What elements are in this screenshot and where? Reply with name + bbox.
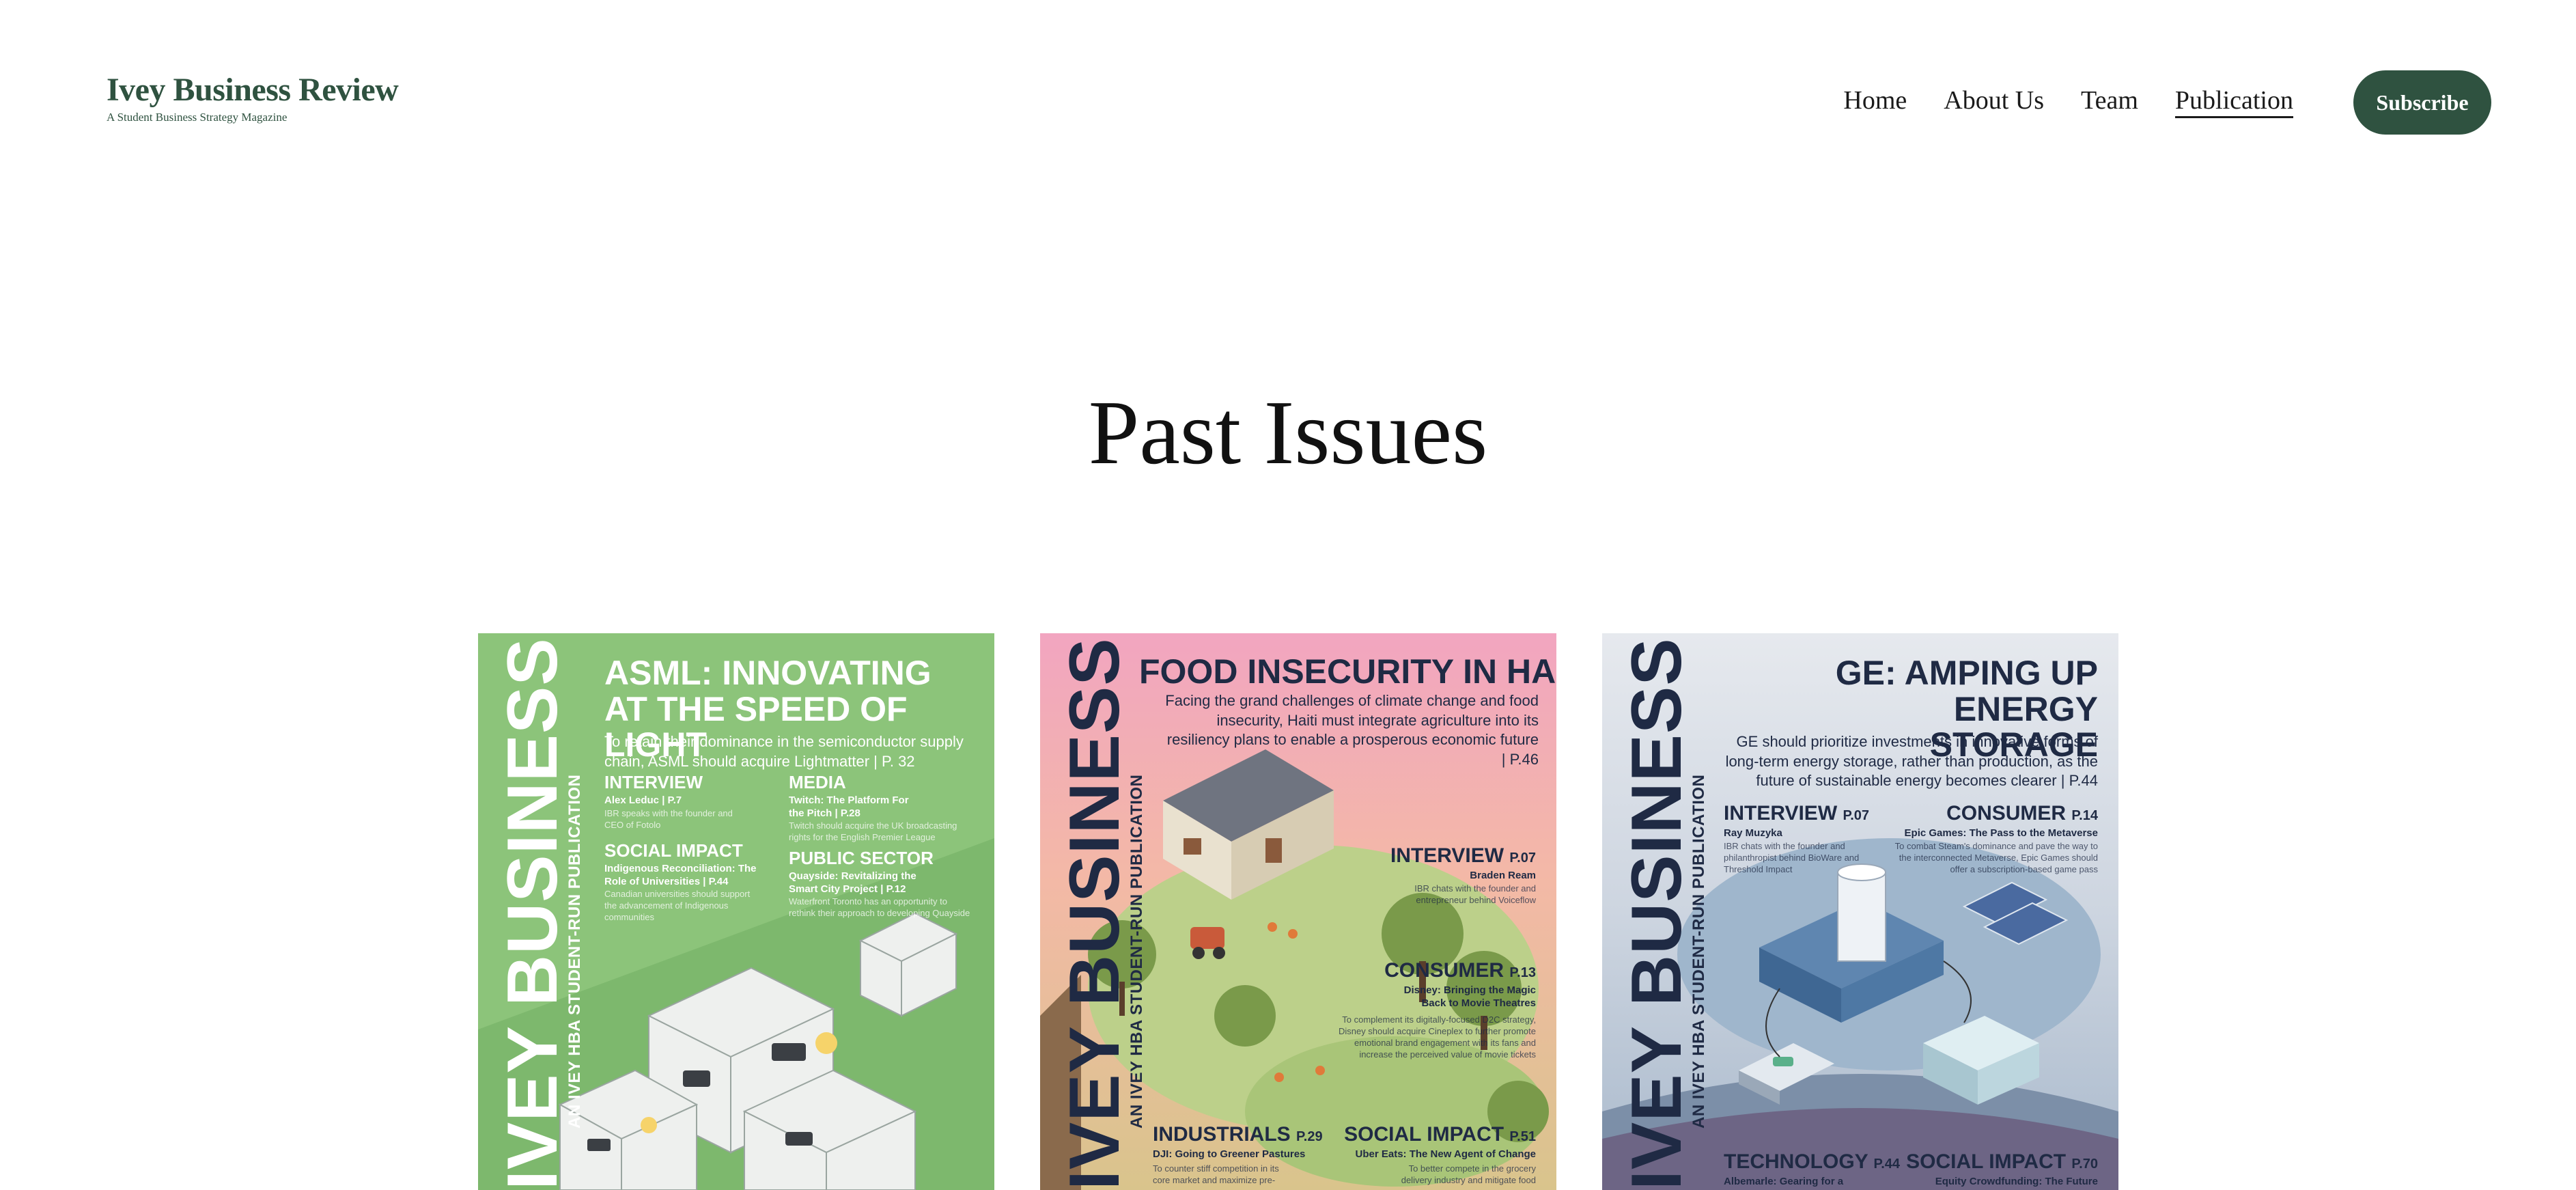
section-page: P.29: [1296, 1129, 1323, 1144]
section-label-text: INTERVIEW: [1390, 844, 1504, 867]
section-body: To complement its digitally-focused D2C …: [1338, 1014, 1536, 1060]
cover-lead: GE should prioritize investments in inno…: [1725, 733, 2098, 790]
subscribe-button[interactable]: Subscribe: [2353, 70, 2491, 135]
section-body: IBR chats with the founder and philanthr…: [1724, 841, 1860, 874]
nav-publication[interactable]: Publication: [2174, 85, 2293, 118]
site-logo[interactable]: Ivey Business Review A Student Business …: [107, 72, 399, 124]
section-label: INTERVIEW: [604, 772, 703, 792]
cover-lead: Facing the grand challenges of climate c…: [1165, 692, 1539, 768]
section-page: P.51: [1509, 1129, 1536, 1144]
section-subtitle: Twitch: The Platform For the Pitch | P.2…: [789, 794, 909, 819]
section-subtitle: Quayside: Revitalizing the Smart City Pr…: [789, 870, 916, 895]
issue-cover-ge[interactable]: IVEY BUSINESS REVIEW AN IVEY HBA STUDENT…: [1602, 633, 2118, 1190]
section-page: P.13: [1509, 965, 1536, 980]
section-body: Canadian universities should support the…: [604, 889, 751, 922]
section-page: P.70: [2071, 1157, 2098, 1172]
logo-title: Ivey Business Review: [107, 72, 399, 108]
cover-spine-subtitle: AN IVEY HBA STUDENT-RUN PUBLICATION: [1690, 774, 1708, 1129]
cover-headline: FOOD INSECURITY IN HAITI: [1139, 652, 1556, 691]
section-label: CONSUMER P.13: [1384, 960, 1536, 982]
section-label-text: TECHNOLOGY: [1724, 1150, 1868, 1173]
section-label: SOCIAL IMPACT P.70: [1906, 1151, 2098, 1173]
section-label-text: CONSUMER: [1946, 802, 2067, 825]
section-subtitle: DJI: Going to Greener Pastures: [1153, 1148, 1306, 1160]
page-title: Past Issues: [1088, 382, 1488, 483]
section-page: P.44: [1873, 1157, 1901, 1172]
section-body: Twitch should acquire the UK broadcastin…: [789, 820, 957, 842]
section-label: INDUSTRIALS P.29: [1153, 1124, 1323, 1146]
issue-cover-asml[interactable]: IVEY BUSINESS REVIEW AN IVEY HBA STUDENT…: [478, 633, 994, 1190]
section-label: MEDIA: [789, 772, 846, 792]
cover-lead: To retain their dominance in the semicon…: [604, 733, 964, 770]
section-label-text: CONSUMER: [1384, 959, 1504, 982]
cover-spine-subtitle: AN IVEY HBA STUDENT-RUN PUBLICATION: [1128, 774, 1146, 1129]
section-subtitle: Ray Muzyka: [1724, 827, 1782, 839]
main-nav: Home About Us Team Publication: [1843, 85, 2293, 118]
section-label-text: INDUSTRIALS: [1153, 1123, 1291, 1146]
section-page: P.14: [2071, 808, 2098, 823]
section-subtitle: Equity Crowdfunding: The Future: [1935, 1176, 2098, 1187]
section-page: P.07: [1509, 850, 1536, 866]
section-subtitle: Uber Eats: The New Agent of Change: [1355, 1148, 1536, 1160]
nav-home[interactable]: Home: [1843, 85, 1907, 118]
section-subtitle: Disney: Bringing the Magic Back to Movie…: [1403, 984, 1536, 1009]
section-label: PUBLIC SECTOR: [789, 848, 934, 868]
section-body: Waterfront Toronto has an opportunity to…: [789, 896, 970, 918]
cover-spine-title: IVEY BUSINESS REVIEW: [493, 633, 572, 1190]
section-subtitle: Alex Leduc | P.7: [604, 794, 682, 806]
section-label-text: SOCIAL IMPACT: [1344, 1123, 1504, 1146]
section-page: P.07: [1843, 808, 1870, 823]
section-subtitle: Indigenous Reconciliation: The Role of U…: [604, 863, 757, 887]
logo-tagline: A Student Business Strategy Magazine: [107, 111, 288, 124]
section-label: INTERVIEW P.07: [1724, 803, 1869, 825]
section-body: To better compete in the grocery deliver…: [1401, 1163, 1536, 1185]
nav-team[interactable]: Team: [2081, 85, 2138, 118]
section-body: IBR chats with the founder and entrepren…: [1414, 883, 1536, 905]
cover-spine-title: IVEY BUSINESS REVIEW: [1617, 633, 1696, 1190]
section-body: IBR speaks with the founder and CEO of F…: [604, 808, 733, 830]
section-subtitle: Epic Games: The Pass to the Metaverse: [1904, 827, 2098, 839]
section-label-text: INTERVIEW: [1724, 802, 1838, 825]
issue-cover-haiti[interactable]: IVEY BUSINESS REVIEW AN IVEY HBA STUDENT…: [1040, 633, 1556, 1190]
section-label: CONSUMER P.14: [1946, 803, 2098, 825]
section-subtitle: Albemarle: Gearing for a: [1724, 1176, 1844, 1187]
section-label: SOCIAL IMPACT: [604, 840, 743, 861]
section-label: TECHNOLOGY P.44: [1724, 1151, 1900, 1173]
section-label-text: SOCIAL IMPACT: [1906, 1150, 2067, 1173]
section-label: SOCIAL IMPACT P.51: [1344, 1124, 1536, 1146]
nav-about-us[interactable]: About Us: [1944, 85, 2044, 118]
section-subtitle: Braden Ream: [1470, 870, 1536, 881]
section-label: INTERVIEW P.07: [1390, 845, 1536, 867]
section-body: To counter stiff competition in its core…: [1153, 1163, 1279, 1185]
cover-spine-subtitle: AN IVEY HBA STUDENT-RUN PUBLICATION: [565, 774, 584, 1129]
cover-spine-title: IVEY BUSINESS REVIEW: [1055, 633, 1134, 1190]
section-body: To combat Steam's dominance and pave the…: [1894, 841, 2098, 874]
